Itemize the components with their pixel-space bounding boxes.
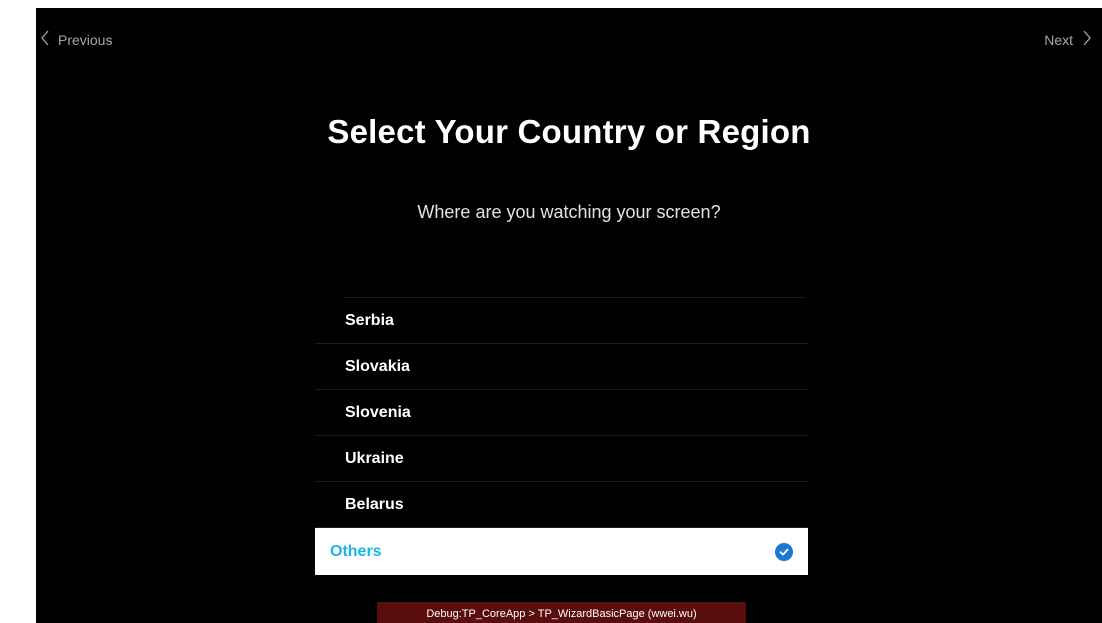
- country-label: Others: [330, 542, 382, 560]
- previous-label: Previous: [58, 31, 113, 48]
- check-circle-icon: [775, 542, 793, 561]
- country-item-slovakia[interactable]: Slovakia: [315, 344, 808, 390]
- setup-wizard-screen: Previous Next Select Your Country or Reg…: [36, 8, 1102, 623]
- country-list[interactable]: Serbia Slovakia Slovenia Ukraine Belarus…: [315, 297, 808, 575]
- country-item-others[interactable]: Others: [315, 528, 808, 575]
- country-label: Slovenia: [345, 403, 411, 421]
- chevron-right-icon: [1073, 30, 1092, 49]
- country-label: Belarus: [345, 495, 404, 513]
- next-button[interactable]: Next: [1044, 30, 1092, 49]
- chevron-left-icon: [40, 30, 58, 49]
- country-label: Slovakia: [345, 357, 410, 375]
- country-label: Serbia: [345, 311, 394, 329]
- page-title: Select Your Country or Region: [327, 113, 811, 150]
- next-label: Next: [1044, 31, 1073, 48]
- country-item-belarus[interactable]: Belarus: [315, 482, 808, 528]
- previous-button[interactable]: Previous: [40, 30, 112, 49]
- country-item-serbia[interactable]: Serbia: [315, 298, 808, 344]
- debug-bar: Debug:TP_CoreApp > TP_WizardBasicPage (w…: [377, 602, 746, 623]
- page-subtitle: Where are you watching your screen?: [417, 202, 721, 222]
- country-item-ukraine[interactable]: Ukraine: [315, 436, 808, 482]
- country-item-slovenia[interactable]: Slovenia: [315, 390, 808, 436]
- country-label: Ukraine: [345, 449, 404, 467]
